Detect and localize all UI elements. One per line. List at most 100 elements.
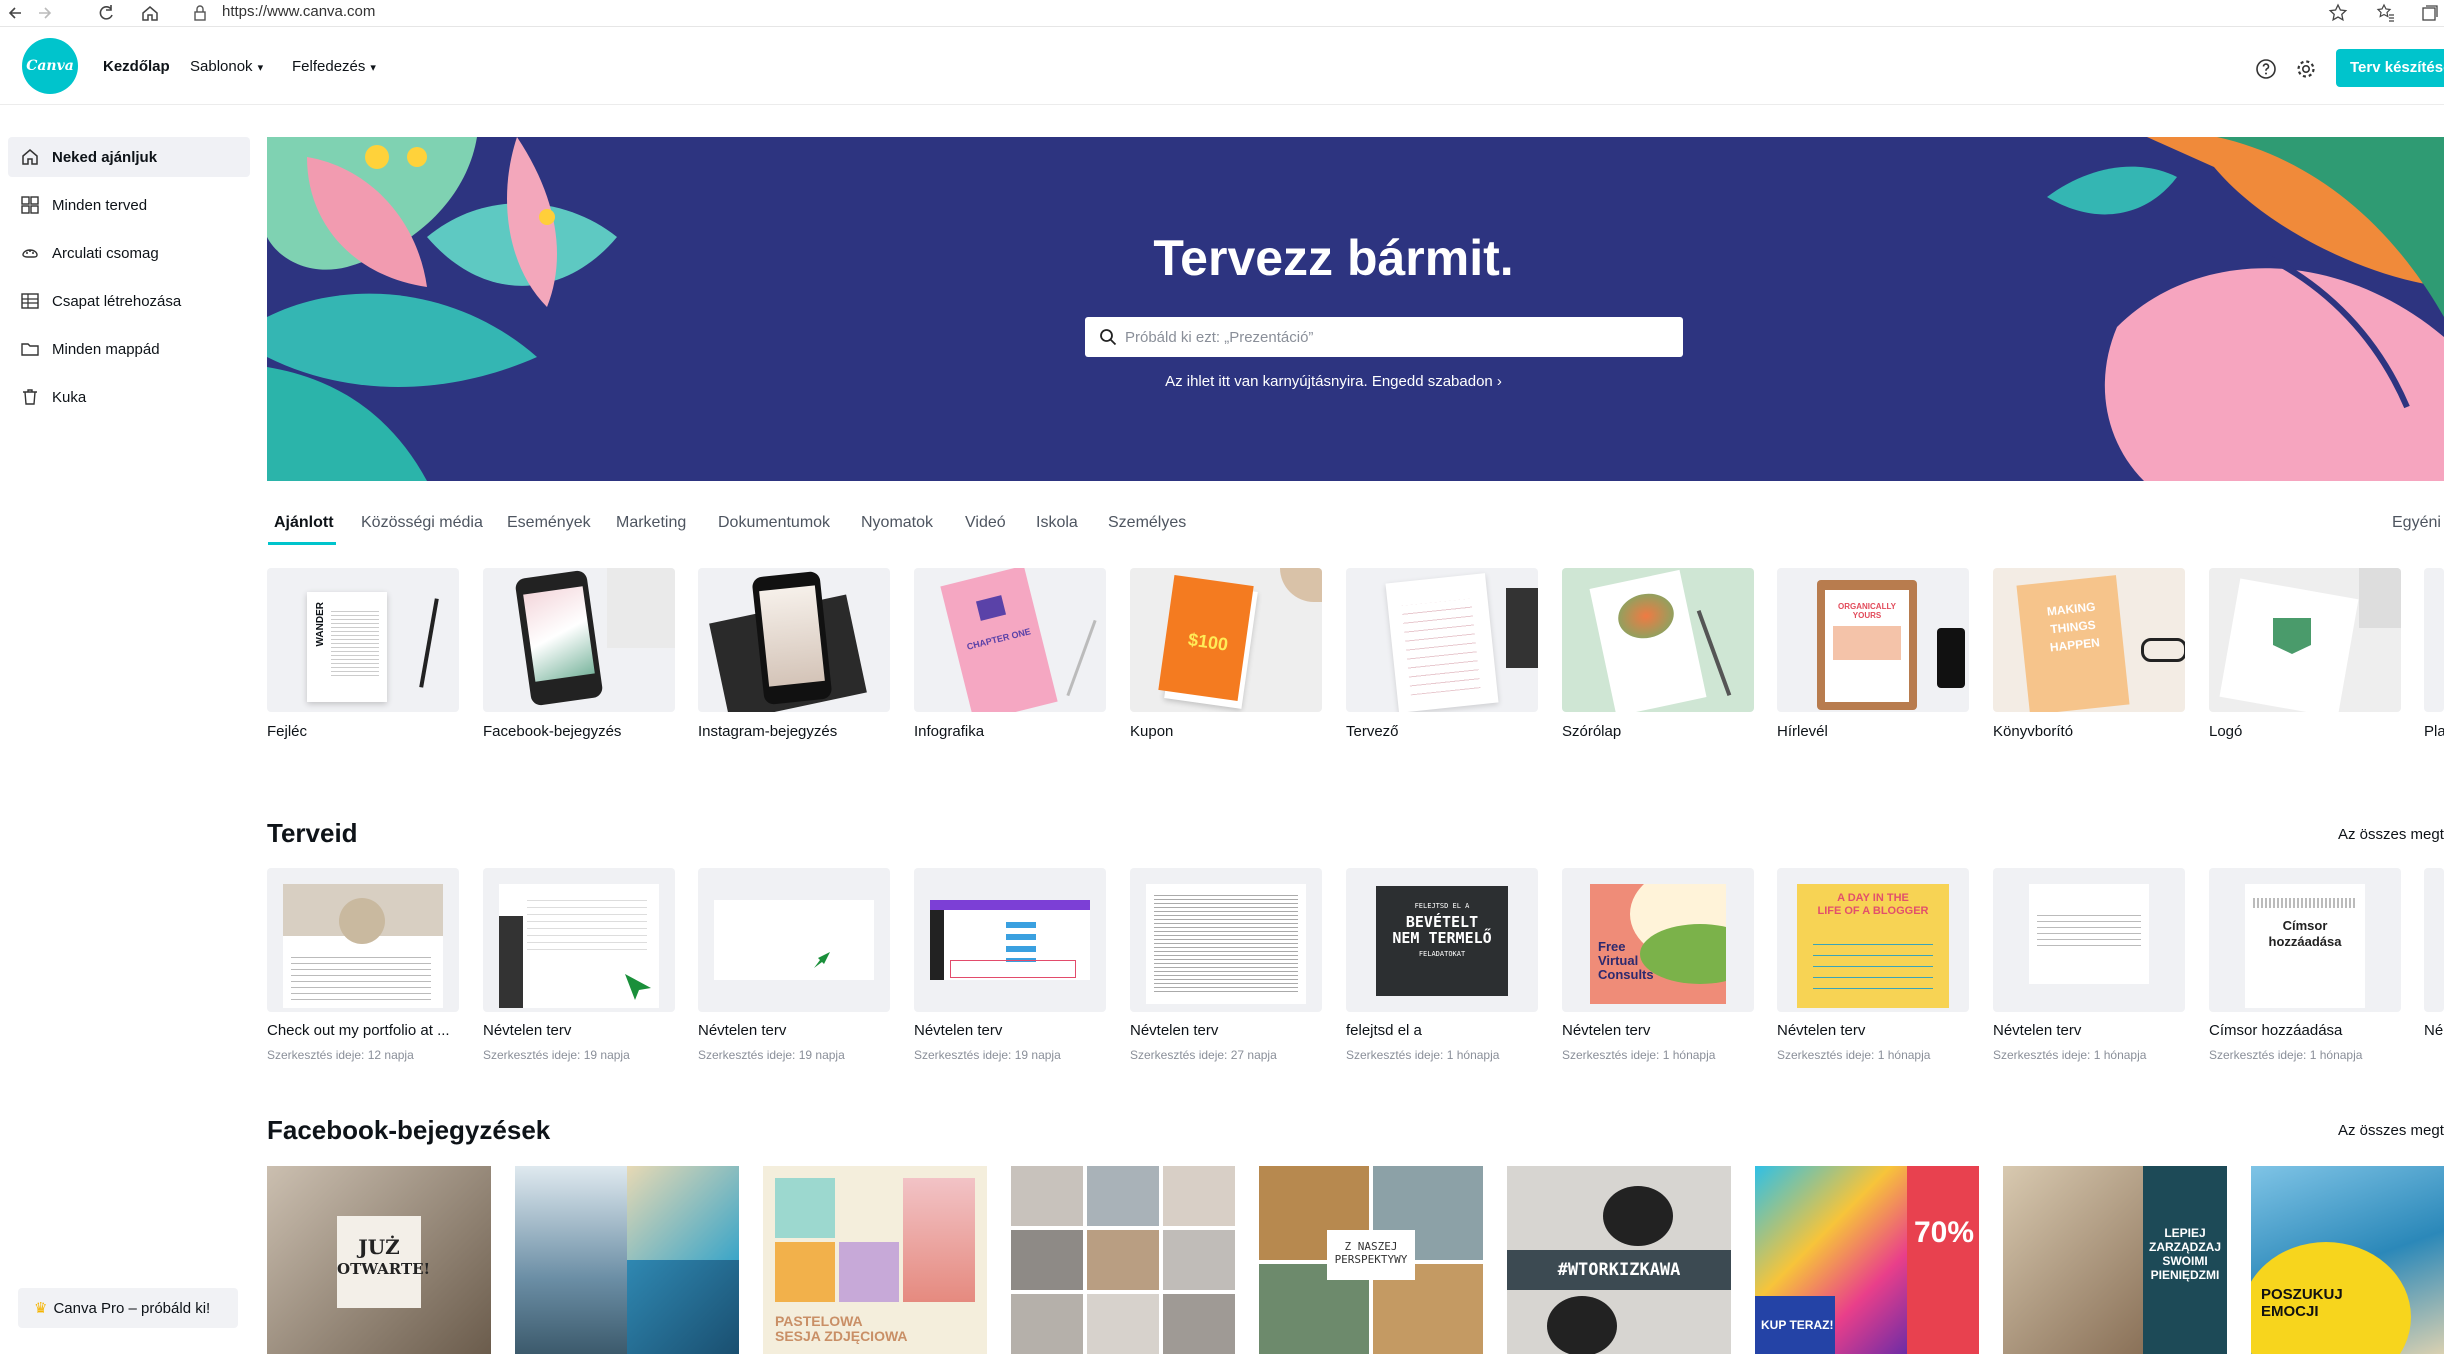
thumb-text-line: FELADATOKAT [1418,950,1466,958]
design-card[interactable] [267,868,459,1012]
tab-personal[interactable]: Személyes [1108,514,1186,532]
hero-search-input[interactable]: Próbáld ki ezt: „Prezentáció” [1085,317,1683,357]
template-card-logo[interactable] [2209,568,2401,712]
tab-recommended[interactable]: Ajánlott [274,514,334,532]
facebook-post-template[interactable]: PASTELOWA SESJA ZDJĘCIOWA [763,1166,987,1354]
design-card-partial[interactable] [2424,868,2444,1012]
forward-arrow-icon[interactable] [34,3,54,23]
create-design-button[interactable]: Terv készítése [2336,49,2444,87]
sidebar-item-all-designs[interactable]: Minden terved [8,185,250,225]
tab-events[interactable]: Események [507,514,591,532]
favorites-icon[interactable] [2376,3,2396,23]
design-edited-time: Szerkesztés ideje: 1 hónapja [1562,1048,1716,1062]
tab-documents[interactable]: Dokumentumok [718,514,830,532]
canva-logo[interactable]: Canva [22,38,78,94]
design-title[interactable]: Névtelen terv [1562,1022,1650,1039]
template-label[interactable]: Facebook-bejegyzés [483,723,621,740]
canva-pro-trial-button[interactable]: ♛ Canva Pro – próbáld ki! [18,1288,238,1328]
facebook-post-template[interactable]: #WTORKIZKAWA [1507,1166,1731,1354]
facebook-see-all-link[interactable]: Az összes megt [2338,1122,2444,1139]
collections-icon[interactable] [2420,3,2440,23]
template-label[interactable]: Logó [2209,723,2242,740]
facebook-post-template[interactable]: JUŻ OTWARTE! [267,1166,491,1354]
template-card-infographic[interactable]: CHAPTER ONE [914,568,1106,712]
template-card-flyer[interactable] [1562,568,1754,712]
design-card[interactable]: Címsor hozzáadása [2209,868,2401,1012]
tab-marketing[interactable]: Marketing [616,514,686,532]
nav-home-link[interactable]: Kezdőlap [103,58,170,75]
sidebar-item-for-you[interactable]: Neked ajánljuk [8,137,250,177]
design-title[interactable]: felejtsd el a [1346,1022,1422,1039]
design-title[interactable]: Névtelen terv [483,1022,571,1039]
custom-size-link[interactable]: Egyéni [2392,514,2441,532]
template-card-instagram-post[interactable] [698,568,890,712]
design-card[interactable]: Free Virtual Consults [1562,868,1754,1012]
template-card-planner[interactable] [1346,568,1538,712]
address-bar[interactable]: https://www.canva.com [222,3,375,20]
sidebar-item-create-team[interactable]: Csapat létrehozása [8,281,250,321]
design-title[interactable]: Névtelen terv [1777,1022,1865,1039]
design-title[interactable]: Névtelen terv [914,1022,1002,1039]
sidebar-item-trash[interactable]: Kuka [8,377,250,417]
settings-gear-icon[interactable] [2295,58,2317,80]
facebook-post-template[interactable]: LEPIEJ ZARZĄDZAJ SWOIMI PIENIĘDZMI [2003,1166,2227,1354]
thumb-text: FELEJTSD EL A BEVÉTELT NEM TERMELŐ FELAD… [1376,898,1508,962]
browser-toolbar: https://www.canva.com [0,0,2444,27]
template-label[interactable]: Könyvborító [1993,723,2073,740]
design-card[interactable] [914,868,1106,1012]
sidebar-item-all-folders[interactable]: Minden mappád [8,329,250,369]
template-label[interactable]: Tervező [1346,723,1399,740]
facebook-post-template[interactable]: POSZUKUJ EMOCJI [2251,1166,2444,1354]
back-arrow-icon[interactable] [6,3,26,23]
tab-school[interactable]: Iskola [1036,514,1078,532]
design-card[interactable]: FELEJTSD EL A BEVÉTELT NEM TERMELŐ FELAD… [1346,868,1538,1012]
template-label[interactable]: Szórólap [1562,723,1621,740]
facebook-post-template[interactable]: Z NASZEJ PERSPEKTYWY [1259,1166,1483,1354]
facebook-post-template[interactable]: 70% KUP TERAZ! [1755,1166,1979,1354]
tab-prints[interactable]: Nyomatok [861,514,933,532]
nav-templates-link[interactable]: Sablonok ▾ [190,58,263,75]
facebook-post-template[interactable] [515,1166,739,1354]
template-card-facebook-post[interactable] [483,568,675,712]
template-card-partial[interactable] [2424,568,2444,712]
star-icon[interactable] [2328,3,2348,23]
design-title[interactable]: Névtelen terv [698,1022,786,1039]
template-label[interactable]: Hírlevél [1777,723,1828,740]
template-label[interactable]: Fejléc [267,723,307,740]
template-label[interactable]: Kupon [1130,723,1173,740]
design-card[interactable]: A DAY IN THE LIFE OF A BLOGGER [1777,868,1969,1012]
nav-discover-link[interactable]: Felfedezés ▾ [292,58,376,75]
sidebar-item-brand-kit[interactable]: Arculati csomag [8,233,250,273]
design-title[interactable]: Névtelen terv [1130,1022,1218,1039]
design-title[interactable]: Névtelen terv [1993,1022,2081,1039]
design-title[interactable]: Címsor hozzáadása [2209,1022,2342,1039]
design-card[interactable] [1993,868,2185,1012]
design-title[interactable]: Né [2424,1022,2443,1039]
template-label[interactable]: Instagram-bejegyzés [698,723,837,740]
thumb-text: KUP TERAZ! [1761,1318,1834,1332]
design-card[interactable] [698,868,890,1012]
phone-image [1937,628,1965,688]
hero-inspiration-link[interactable]: Az ihlet itt van karnyújtásnyira. Engedd… [267,373,2422,390]
template-label[interactable]: Pla [2424,723,2444,740]
tab-video[interactable]: Videó [965,514,1006,532]
tab-social-media[interactable]: Közösségi média [361,514,483,532]
designs-see-all-link[interactable]: Az összes megt [2338,826,2444,843]
template-card-coupon[interactable]: $100 [1130,568,1322,712]
refresh-icon[interactable] [96,3,116,23]
facebook-post-template[interactable] [1011,1166,1235,1354]
help-icon[interactable] [2255,58,2277,80]
sidebar-item-label: Minden terved [52,196,148,214]
design-title[interactable]: Check out my portfolio at ... [267,1022,450,1039]
template-card-book-cover[interactable]: MAKING THINGS HAPPEN [1993,568,2185,712]
home-icon[interactable] [140,3,160,23]
thumb-text-line: Z NASZEJ [1344,1240,1398,1253]
design-card[interactable] [483,868,675,1012]
template-card-header[interactable]: WANDER [267,568,459,712]
grid-icon [20,195,40,215]
template-label[interactable]: Infografika [914,723,984,740]
template-card-newsletter[interactable]: ORGANICALLY YOURS [1777,568,1969,712]
design-thumbnail [714,900,874,980]
thumb-text: PASTELOWA SESJA ZDJĘCIOWA [775,1314,908,1344]
design-card[interactable] [1130,868,1322,1012]
